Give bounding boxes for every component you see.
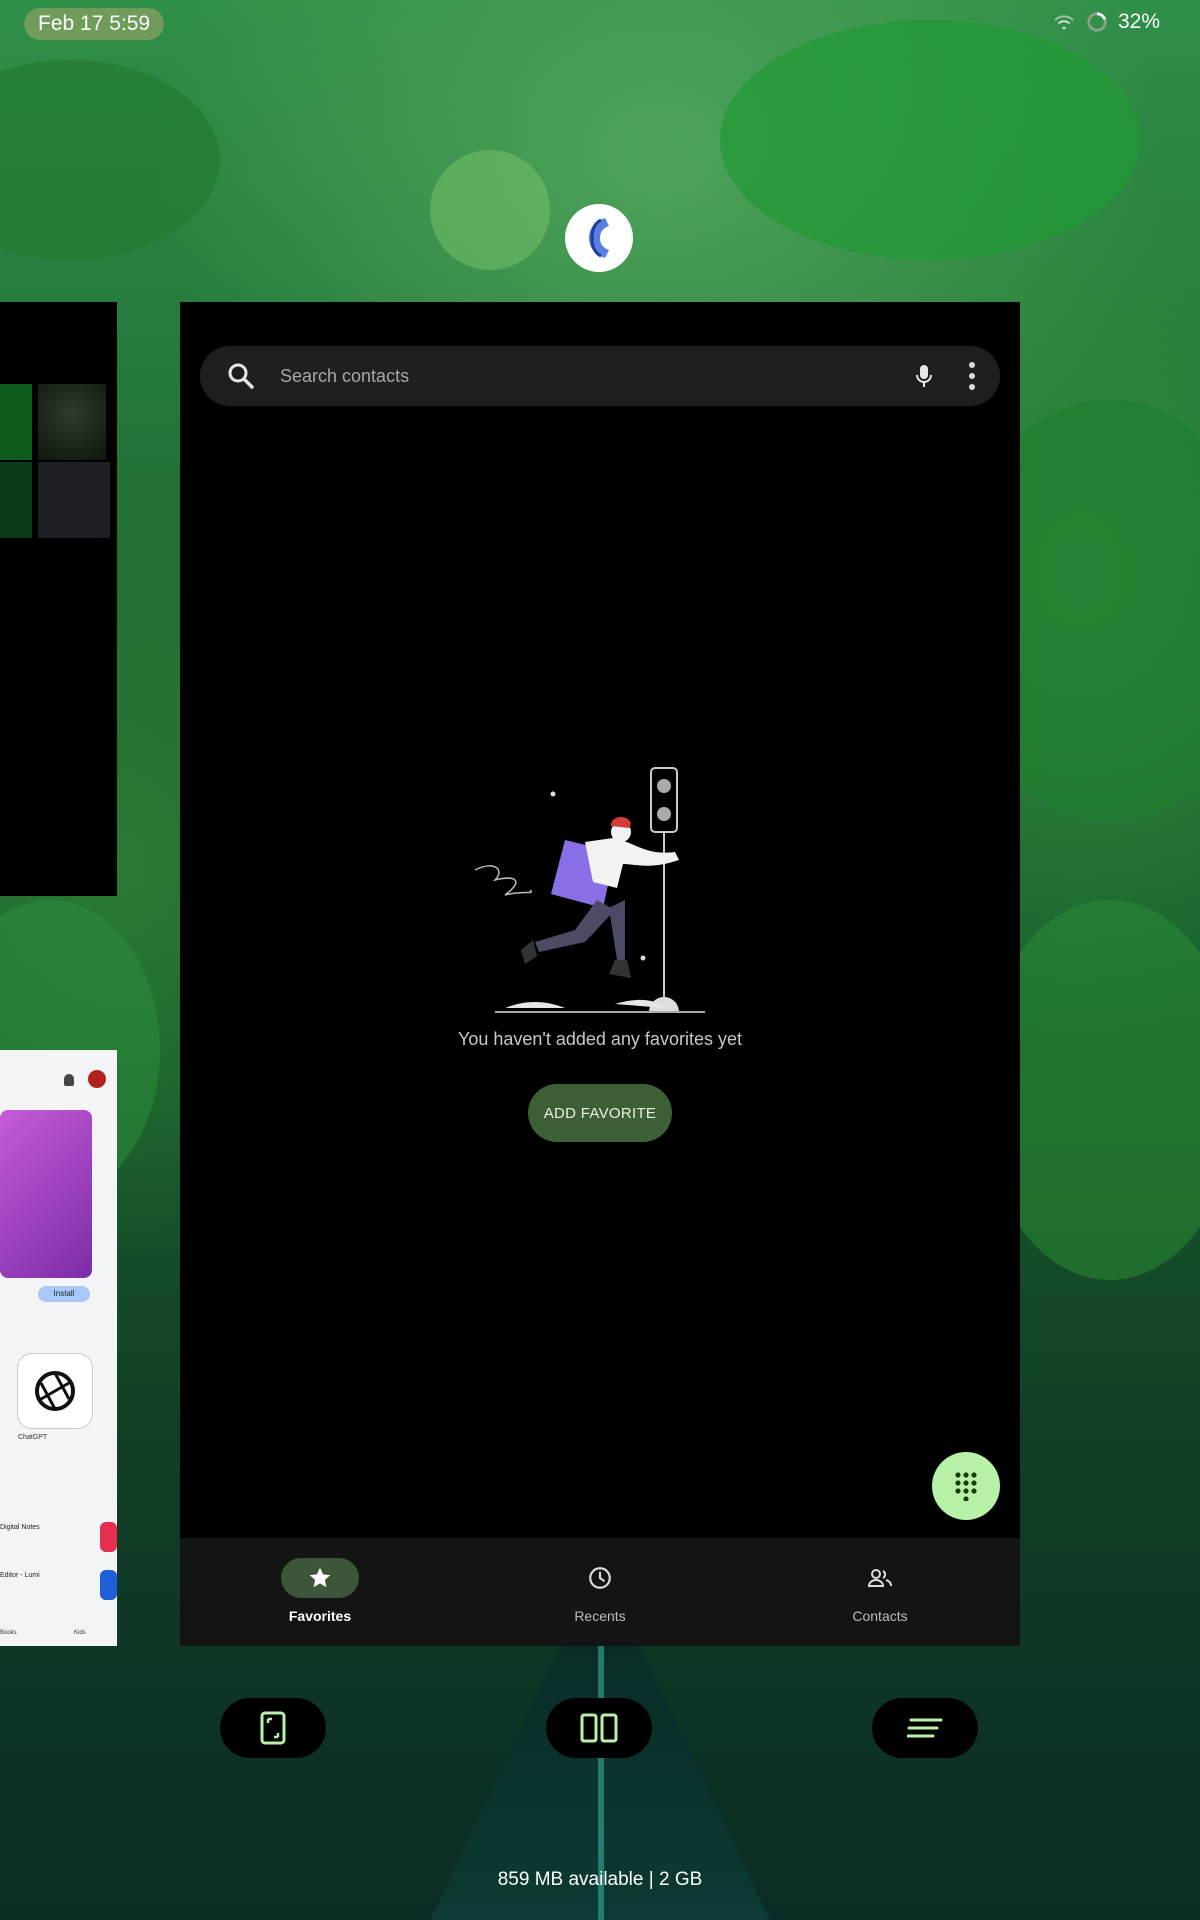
app-name-chatgpt: ChatGPT xyxy=(18,1434,48,1441)
star-icon xyxy=(309,1567,331,1588)
tab-kids[interactable]: Kids xyxy=(74,1630,86,1636)
screenshot-button[interactable] xyxy=(220,1698,326,1758)
dialpad-icon xyxy=(955,1472,977,1501)
install-label: Install xyxy=(53,1289,75,1298)
app-icon-blue xyxy=(100,1570,117,1600)
more-options-icon[interactable] xyxy=(968,362,976,390)
add-favorite-button[interactable]: ADD FAVORITE xyxy=(528,1084,672,1142)
phone-app-icon[interactable] xyxy=(565,204,633,272)
search-bar[interactable] xyxy=(200,346,1000,406)
microphone-icon[interactable] xyxy=(910,362,938,390)
split-screen-button[interactable] xyxy=(546,1698,652,1758)
clock-icon xyxy=(589,1567,611,1589)
nav-contacts[interactable]: Contacts xyxy=(740,1538,1020,1646)
nav-recents[interactable]: Recents xyxy=(460,1538,740,1646)
split-screen-icon xyxy=(580,1713,618,1743)
thumbnail-image xyxy=(38,384,106,460)
list-item[interactable]: Digital Notes xyxy=(0,1524,40,1531)
promo-banner xyxy=(0,1110,92,1278)
status-icons: 32% xyxy=(1052,10,1160,34)
screenshot-icon xyxy=(260,1711,286,1745)
empty-favorites-illustration xyxy=(474,767,705,1013)
openai-logo-icon xyxy=(35,1371,75,1411)
phone-handset-icon xyxy=(589,218,609,258)
empty-state-message: You haven't added any favorites yet xyxy=(458,1029,742,1049)
list-item[interactable]: Editor - Lumi xyxy=(0,1572,40,1579)
thumbnail-image xyxy=(0,384,32,460)
bottom-navigation: Favorites Recents Contacts xyxy=(180,1538,1020,1646)
tab-books[interactable]: Books xyxy=(0,1630,17,1636)
recent-app-preview-gallery[interactable] xyxy=(0,302,117,896)
nav-favorites[interactable]: Favorites xyxy=(180,1538,460,1646)
notification-bell-icon xyxy=(64,1074,74,1086)
status-datetime: Feb 17 5:59 xyxy=(24,8,165,40)
thumbnail-image xyxy=(0,462,32,538)
phone-app-card[interactable]: You haven't added any favorites yet ADD … xyxy=(180,302,1020,1646)
memory-status: 859 MB available | 2 GB xyxy=(497,1869,703,1890)
dialpad-button[interactable] xyxy=(932,1452,1000,1520)
chatgpt-app-icon[interactable] xyxy=(18,1354,92,1428)
search-icon xyxy=(228,363,254,389)
app-icon-red xyxy=(100,1522,117,1552)
nav-label: Contacts xyxy=(852,1608,908,1624)
clear-all-icon xyxy=(907,1718,943,1738)
battery-percent: 32% xyxy=(1117,10,1160,33)
avatar xyxy=(88,1070,106,1088)
nav-label: Favorites xyxy=(288,1608,352,1624)
recent-app-preview-store[interactable]: Install ChatGPT Digital Notes Editor - L… xyxy=(0,1050,117,1646)
install-button[interactable]: Install xyxy=(38,1286,90,1302)
battery-icon xyxy=(1087,12,1107,32)
wifi-icon xyxy=(1054,15,1074,30)
clear-all-button[interactable] xyxy=(872,1698,978,1758)
search-input[interactable] xyxy=(278,364,910,388)
thumbnail-image xyxy=(38,462,110,538)
people-icon xyxy=(867,1569,893,1587)
nav-label: Recents xyxy=(574,1608,626,1624)
